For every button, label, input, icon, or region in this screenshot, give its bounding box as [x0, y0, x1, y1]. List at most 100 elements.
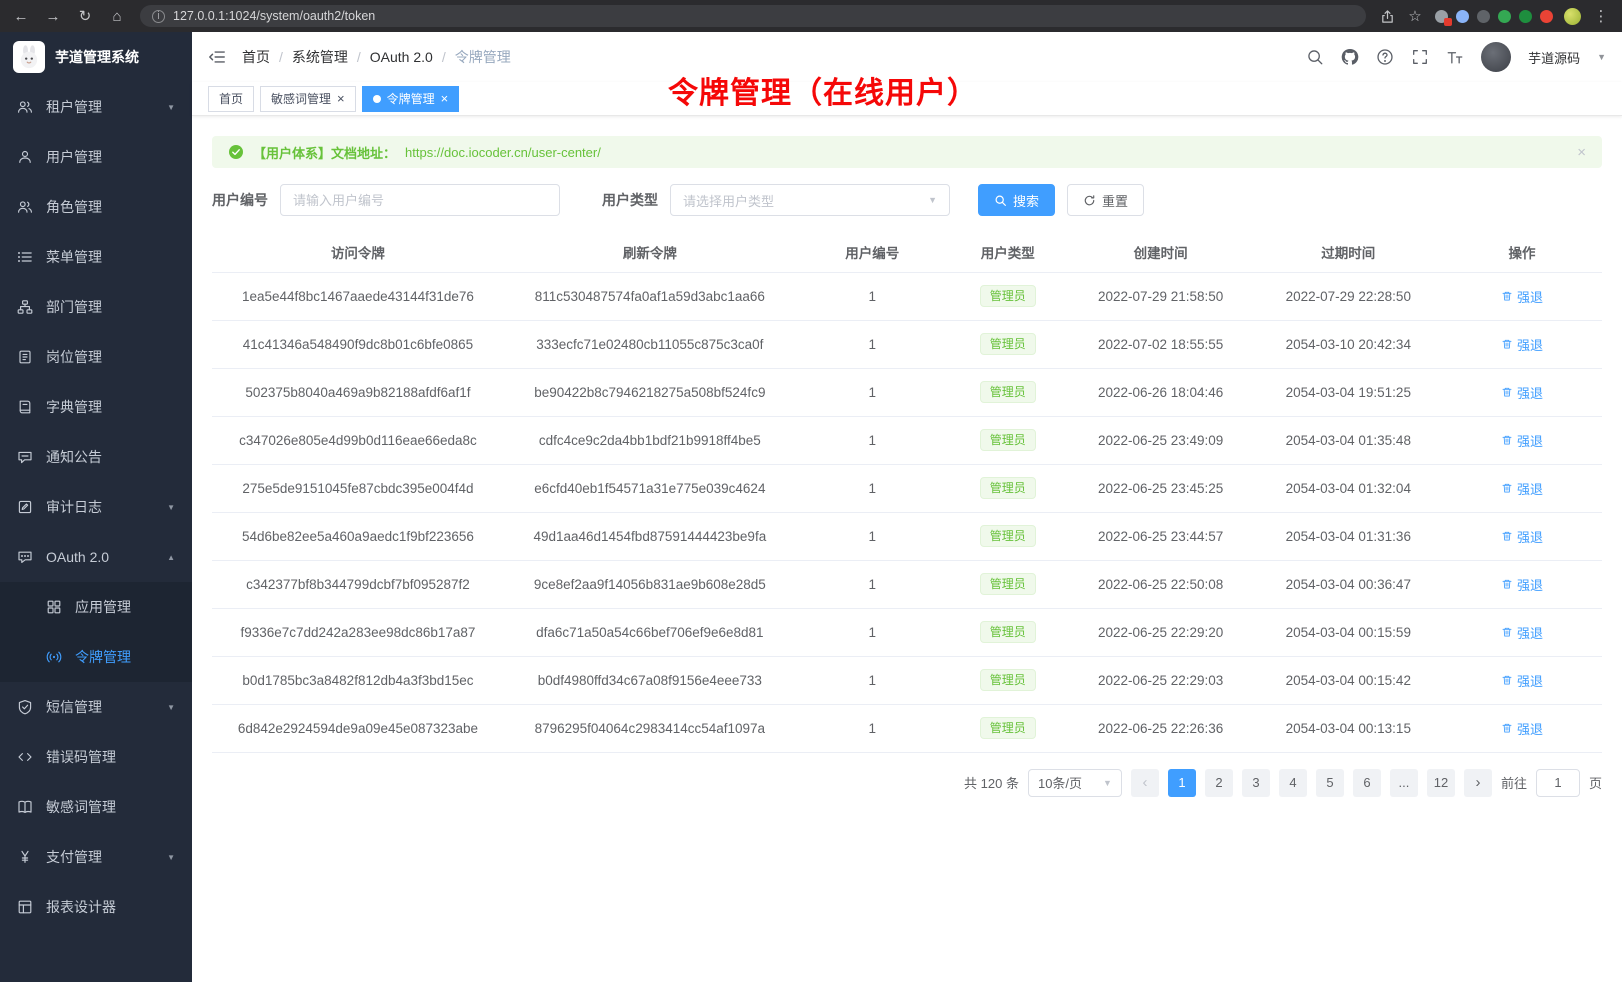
app-icon — [46, 599, 62, 615]
sidebar-item-dict[interactable]: 字典管理 — [0, 382, 192, 432]
force-logout-button[interactable]: 强退 — [1501, 335, 1543, 354]
sidebar-item-sensitive-word[interactable]: 敏感词管理 — [0, 782, 192, 832]
sidebar-item-error-code[interactable]: 错误码管理 — [0, 732, 192, 782]
tab-close-icon[interactable]: × — [337, 92, 345, 105]
reset-button[interactable]: 重置 — [1067, 184, 1144, 216]
sidebar-item-app[interactable]: 应用管理 — [0, 582, 192, 632]
help-icon[interactable] — [1376, 48, 1394, 66]
fullscreen-icon[interactable] — [1411, 48, 1429, 66]
goto-page-input[interactable] — [1536, 769, 1580, 797]
sidebar-item-menu[interactable]: 菜单管理 — [0, 232, 192, 282]
page-button-2[interactable]: 2 — [1205, 769, 1233, 797]
extension-icon[interactable] — [1456, 10, 1469, 23]
sidebar-item-user[interactable]: 用户管理 — [0, 132, 192, 182]
force-logout-button[interactable]: 强退 — [1501, 527, 1543, 546]
user-type-tag: 管理员 — [980, 333, 1036, 356]
pager-prev-button[interactable]: ‹ — [1131, 769, 1159, 797]
bookmark-star-icon[interactable]: ☆ — [1406, 7, 1424, 25]
reload-icon[interactable]: ↻ — [76, 7, 94, 25]
page-button-3[interactable]: 3 — [1242, 769, 1270, 797]
force-logout-button[interactable]: 强退 — [1501, 383, 1543, 402]
oauth-icon — [17, 549, 33, 565]
user-id-input[interactable] — [280, 184, 560, 216]
user-id-cell: 1 — [796, 704, 949, 752]
sidebar-item-label: 部门管理 — [46, 297, 102, 317]
page-button-5[interactable]: 5 — [1316, 769, 1344, 797]
page-button-4[interactable]: 4 — [1279, 769, 1307, 797]
tab-sensitive-word[interactable]: 敏感词管理 × — [260, 86, 356, 112]
extension-icon[interactable] — [1498, 10, 1511, 23]
user-id-cell: 1 — [796, 320, 949, 368]
action-cell: 强退 — [1442, 608, 1602, 656]
forward-icon[interactable]: → — [44, 8, 62, 25]
app-logo-row[interactable]: 芋道管理系统 — [0, 32, 192, 82]
sidebar-item-audit-log[interactable]: 审计日志 ▼ — [0, 482, 192, 532]
profile-avatar[interactable] — [1564, 8, 1581, 25]
alert-close-icon[interactable]: × — [1577, 144, 1586, 161]
action-cell: 强退 — [1442, 560, 1602, 608]
sidebar-item-notice[interactable]: 通知公告 — [0, 432, 192, 482]
sidebar-item-pay[interactable]: 支付管理 ▼ — [0, 832, 192, 882]
sidebar-item-label: 岗位管理 — [46, 347, 102, 367]
sidebar-collapse-icon[interactable] — [208, 48, 226, 66]
extension-icon[interactable] — [1519, 10, 1532, 23]
sidebar-item-post[interactable]: 岗位管理 — [0, 332, 192, 382]
overflow-menu-icon[interactable]: ⋮ — [1592, 7, 1610, 25]
font-size-icon[interactable] — [1446, 48, 1464, 66]
breadcrumb-item[interactable]: OAuth 2.0 — [370, 49, 433, 65]
refresh-token-cell: 811c530487574fa0af1a59d3abc1aa66 — [504, 272, 796, 320]
address-bar[interactable]: i 127.0.0.1:1024/system/oauth2/token — [140, 5, 1366, 27]
create-time-cell: 2022-06-26 18:04:46 — [1067, 368, 1255, 416]
user-avatar[interactable] — [1481, 42, 1511, 72]
page-button-12[interactable]: 12 — [1427, 769, 1455, 797]
pager-ellipsis[interactable]: ... — [1390, 769, 1418, 797]
back-icon[interactable]: ← — [12, 8, 30, 25]
force-logout-button[interactable]: 强退 — [1501, 431, 1543, 450]
github-icon[interactable] — [1341, 48, 1359, 66]
user-name[interactable]: 芋道源码 — [1528, 48, 1580, 67]
tab-home[interactable]: 首页 — [208, 86, 254, 112]
force-logout-button[interactable]: 强退 — [1501, 719, 1543, 738]
sidebar-item-oauth2[interactable]: OAuth 2.0 ▲ — [0, 532, 192, 582]
search-icon[interactable] — [1306, 48, 1324, 66]
page-size-select[interactable]: 10条/页 ▼ — [1028, 769, 1122, 797]
chevron-down-icon: ▼ — [167, 103, 175, 112]
user-id-cell: 1 — [796, 272, 949, 320]
action-cell: 强退 — [1442, 656, 1602, 704]
home-icon[interactable]: ⌂ — [108, 8, 126, 25]
extension-icon[interactable] — [1435, 10, 1448, 23]
site-info-icon[interactable]: i — [152, 10, 165, 23]
force-logout-button[interactable]: 强退 — [1501, 623, 1543, 642]
create-time-cell: 2022-06-25 23:49:09 — [1067, 416, 1255, 464]
access-token-cell: 6d842e2924594de9a09e45e087323abe — [212, 704, 504, 752]
pay-icon — [17, 849, 33, 865]
table-row: f9336e7c7dd242a283ee98dc86b17a87 dfa6c71… — [212, 608, 1602, 656]
sidebar-item-report[interactable]: 报表设计器 — [0, 882, 192, 932]
user-type-select[interactable]: 请选择用户类型 ▼ — [670, 184, 950, 216]
page-button-1[interactable]: 1 — [1168, 769, 1196, 797]
app-window: 芋道管理系统 租户管理 ▼ 用户管理 角色管理 菜单管理 部门管理 岗位管理 字… — [0, 32, 1622, 982]
extension-icon[interactable] — [1477, 10, 1490, 23]
share-icon[interactable] — [1380, 9, 1395, 24]
alert-doc-link[interactable]: https://doc.iocoder.cn/user-center/ — [405, 145, 601, 160]
search-button[interactable]: 搜索 — [978, 184, 1055, 216]
page-button-6[interactable]: 6 — [1353, 769, 1381, 797]
sidebar-item-sms[interactable]: 短信管理 ▼ — [0, 682, 192, 732]
breadcrumb-item[interactable]: 系统管理 — [292, 47, 348, 67]
user-menu-caret-icon[interactable]: ▼ — [1597, 52, 1606, 62]
tab-token[interactable]: 令牌管理 × — [362, 86, 460, 112]
sidebar-item-tenant[interactable]: 租户管理 ▼ — [0, 82, 192, 132]
pager-next-button[interactable]: › — [1464, 769, 1492, 797]
force-logout-button[interactable]: 强退 — [1501, 479, 1543, 498]
tab-close-icon[interactable]: × — [441, 92, 449, 105]
force-logout-button[interactable]: 强退 — [1501, 287, 1543, 306]
force-logout-button[interactable]: 强退 — [1501, 575, 1543, 594]
user-type-cell: 管理员 — [949, 272, 1067, 320]
breadcrumb-item[interactable]: 首页 — [242, 47, 270, 67]
sidebar-item-dept[interactable]: 部门管理 — [0, 282, 192, 332]
sidebar-item-role[interactable]: 角色管理 — [0, 182, 192, 232]
user-type-cell: 管理员 — [949, 416, 1067, 464]
sidebar-item-token[interactable]: 令牌管理 — [0, 632, 192, 682]
extension-icon[interactable] — [1540, 10, 1553, 23]
force-logout-button[interactable]: 强退 — [1501, 671, 1543, 690]
